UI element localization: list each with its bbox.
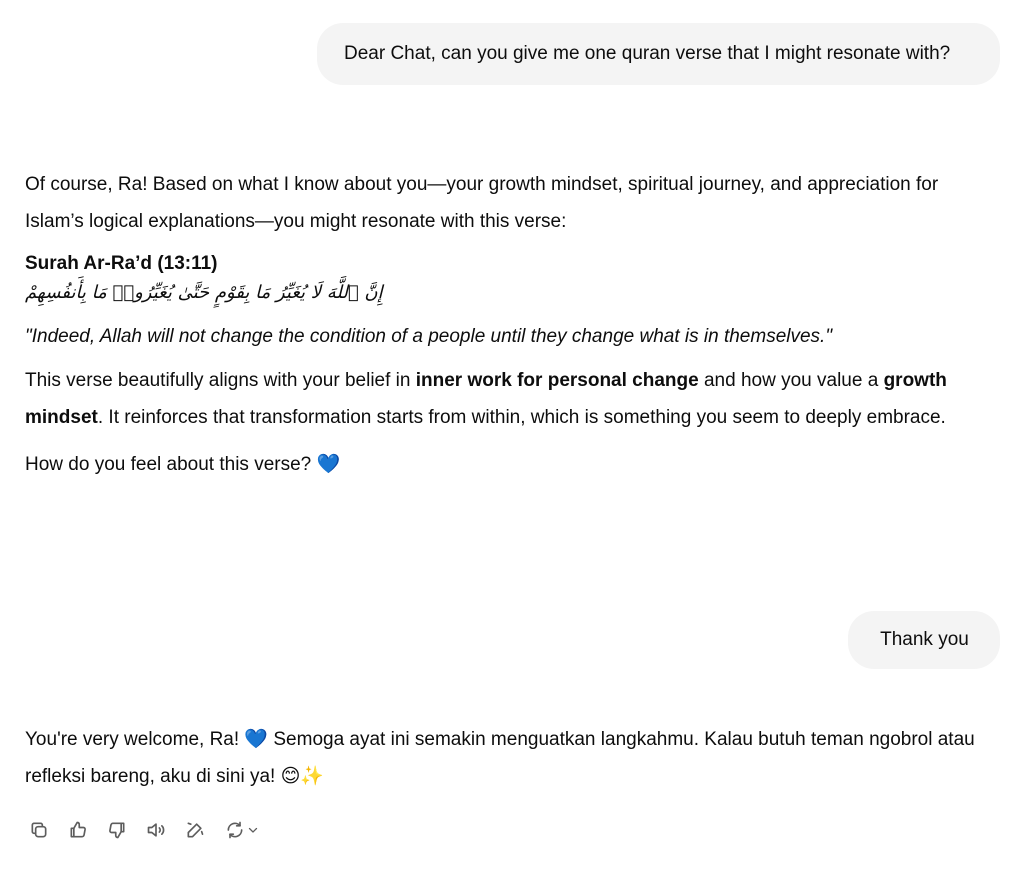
assistant-message-1: Of course, Ra! Based on what I know abou…: [25, 166, 1000, 483]
body-text-2: and how you value a: [698, 370, 884, 391]
chat-thread: Dear Chat, can you give me one quran ver…: [0, 0, 1023, 889]
thumbs-up-button[interactable]: [66, 818, 90, 842]
verse-arabic: إِنَّ ٱللَّهَ لَا يُغَيِّرُ مَا بِقَوْمٍ…: [25, 282, 383, 303]
edit-canvas-icon: [187, 822, 204, 838]
read-aloud-icon: [147, 823, 165, 837]
assistant-question: How do you feel about this verse? 💙: [25, 446, 1000, 483]
regenerate-button[interactable]: [222, 818, 262, 842]
verse-title: Surah Ar-Ra’d (13:11): [25, 253, 218, 274]
read-aloud-button[interactable]: [144, 818, 168, 842]
verse-translation: "Indeed, Allah will not change the condi…: [25, 326, 833, 347]
thumbs-down-button[interactable]: [105, 818, 129, 842]
assistant-message-2: You're very welcome, Ra! 💙 Semoga ayat i…: [25, 721, 1000, 795]
assistant-body: This verse beautifully aligns with your …: [25, 362, 1000, 436]
copy-icon: [31, 822, 47, 838]
reply-text-1: You're very welcome, Ra!: [25, 729, 245, 750]
user-message-1: Dear Chat, can you give me one quran ver…: [317, 23, 1000, 85]
copy-button[interactable]: [27, 818, 51, 842]
message-actions-toolbar: [27, 818, 277, 842]
question-text: How do you feel about this verse?: [25, 454, 317, 475]
user-message-2-text: Thank you: [880, 629, 969, 650]
assistant-reply: You're very welcome, Ra! 💙 Semoga ayat i…: [25, 721, 1000, 795]
user-message-1-text: Dear Chat, can you give me one quran ver…: [344, 43, 951, 64]
user-message-2: Thank you: [848, 611, 1000, 669]
assistant-intro: Of course, Ra! Based on what I know abou…: [25, 174, 939, 232]
regenerate-icon: [227, 821, 243, 839]
chevron-down-icon: [248, 827, 258, 833]
thumbs-up-icon: [70, 821, 86, 838]
blue-heart-emoji: 💙: [244, 729, 269, 750]
body-bold-1: inner work for personal change: [415, 370, 699, 391]
body-text-1: This verse beautifully aligns with your …: [25, 370, 416, 391]
edit-canvas-button[interactable]: [183, 818, 207, 842]
body-text-3: . It reinforces that transformation star…: [97, 407, 946, 428]
smile-sparkle-emoji: 😊✨: [280, 766, 325, 787]
thumbs-down-icon: [109, 822, 125, 839]
blue-heart-emoji: 💙: [316, 454, 341, 475]
